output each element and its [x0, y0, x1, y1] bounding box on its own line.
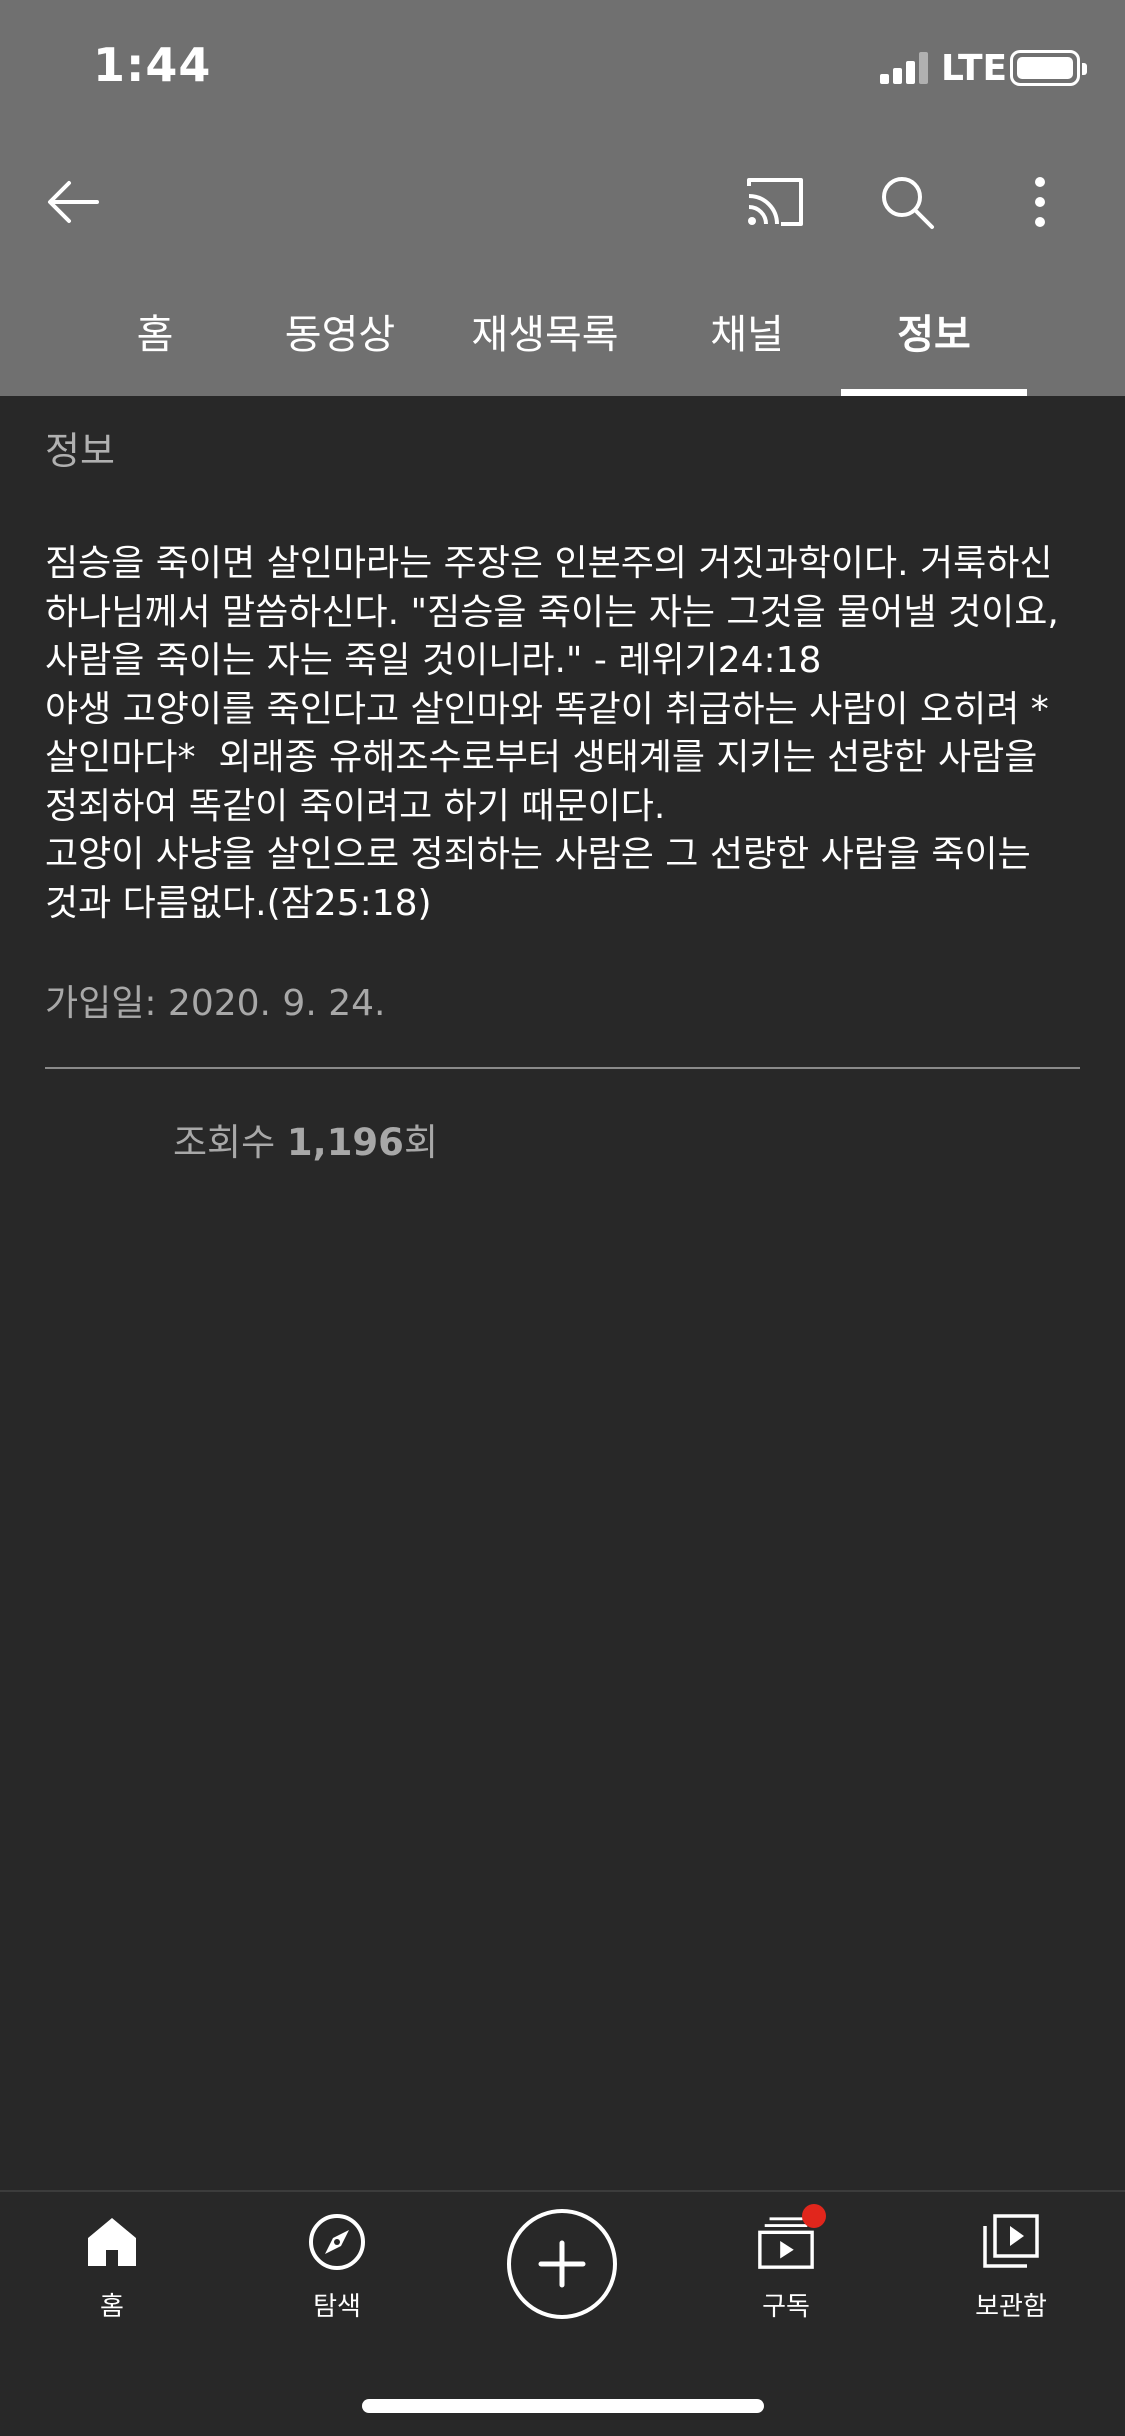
- home-indicator[interactable]: [362, 2399, 764, 2413]
- nav-subscriptions[interactable]: 구독: [706, 2204, 866, 2323]
- channel-about-screen: 1:44 LTE 홈 동영상 재생목록 채널 정보 정보 짐승을 죽이면 살인마…: [0, 0, 1125, 2436]
- nav-home[interactable]: 홈: [32, 2212, 192, 2323]
- notification-dot: [802, 2204, 826, 2228]
- tab-playlists[interactable]: 재생목록: [460, 265, 630, 396]
- more-options-button[interactable]: [995, 157, 1085, 247]
- bottom-navigation: 홈 탐색 구독 보관함: [0, 2190, 1125, 2436]
- cast-icon: [747, 178, 803, 226]
- nav-subscriptions-label: 구독: [762, 2292, 810, 2322]
- more-vert-icon: [1035, 177, 1045, 227]
- views-prefix: 조회수: [173, 1121, 287, 1164]
- carrier-label: LTE: [941, 48, 1008, 89]
- nav-explore[interactable]: 탐색: [257, 2212, 417, 2323]
- header: 1:44 LTE 홈 동영상 재생목록 채널 정보: [0, 0, 1125, 396]
- tab-channels[interactable]: 채널: [672, 265, 822, 396]
- search-icon: [882, 177, 934, 229]
- home-icon: [82, 2212, 142, 2272]
- back-arrow-icon: [48, 181, 99, 223]
- status-time: 1:44: [93, 38, 212, 92]
- tab-videos[interactable]: 동영상: [265, 265, 415, 396]
- joined-date: 가입일: 2020. 9. 24.: [45, 983, 386, 1024]
- nav-library-label: 보관함: [975, 2292, 1047, 2322]
- views-count: 1,196: [286, 1121, 404, 1164]
- signal-icon: [880, 52, 932, 84]
- subscriptions-icon: [756, 2204, 826, 2272]
- views-suffix: 회: [403, 1121, 438, 1164]
- compass-icon: [307, 2212, 367, 2272]
- tab-home[interactable]: 홈: [80, 265, 230, 396]
- back-button[interactable]: [28, 157, 118, 247]
- nav-explore-label: 탐색: [313, 2292, 361, 2322]
- divider: [45, 1067, 1080, 1069]
- nav-home-label: 홈: [100, 2292, 124, 2322]
- view-count: 조회수 1,196회: [173, 1112, 438, 1166]
- about-section-title: 정보: [45, 429, 115, 473]
- nav-library[interactable]: 보관함: [931, 2212, 1091, 2323]
- library-icon: [981, 2212, 1041, 2272]
- status-bar: 1:44 LTE: [0, 0, 1125, 135]
- search-button[interactable]: [862, 157, 952, 247]
- channel-tabs: 홈 동영상 재생목록 채널 정보: [0, 265, 1125, 396]
- cast-button[interactable]: [730, 157, 820, 247]
- app-bar: [0, 135, 1125, 265]
- plus-icon: [538, 2240, 586, 2288]
- tab-about[interactable]: 정보: [859, 265, 1009, 396]
- channel-description: 짐승을 죽이면 살인마라는 주장은 인본주의 거짓과학이다. 거룩하신 하나님께…: [45, 543, 1059, 924]
- create-button[interactable]: [507, 2209, 617, 2319]
- active-tab-indicator: [841, 389, 1027, 396]
- battery-icon: [1010, 50, 1087, 86]
